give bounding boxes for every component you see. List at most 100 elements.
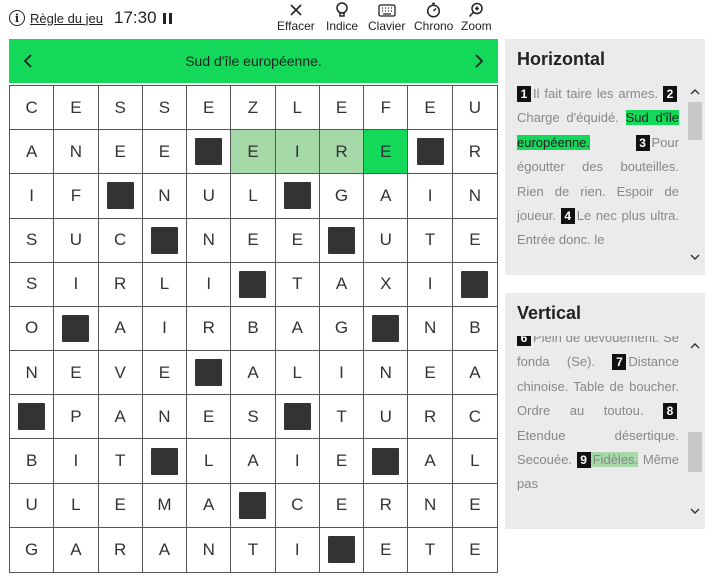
grid-cell[interactable]: G: [319, 306, 365, 352]
grid-cell[interactable]: C: [98, 218, 143, 263]
grid-cell[interactable]: I: [10, 174, 55, 219]
grid-cell[interactable]: T: [98, 439, 143, 484]
grid-cell[interactable]: A: [142, 527, 188, 572]
clue-text[interactable]: Charge d'équidé.: [517, 110, 619, 125]
grid-cell[interactable]: I: [408, 174, 453, 219]
grid-cell[interactable]: N: [187, 527, 232, 572]
grid-cell[interactable]: E: [452, 218, 497, 263]
grid-cell[interactable]: L: [187, 439, 232, 484]
grid-cell[interactable]: C: [275, 483, 320, 528]
previous-clue-button[interactable]: [19, 49, 37, 73]
grid-cell[interactable]: G: [10, 527, 55, 572]
grid-cell[interactable]: T: [319, 395, 365, 440]
grid-cell[interactable]: I: [142, 306, 188, 352]
grid-cell[interactable]: E: [231, 130, 276, 175]
grid-cell[interactable]: V: [98, 351, 143, 396]
grid-cell[interactable]: I: [408, 262, 453, 307]
grid-cell[interactable]: R: [408, 395, 453, 440]
horizontal-clue-list[interactable]: 1 Il fait taire les armes. 2 Charge d'équi…: [517, 82, 679, 267]
grid-cell[interactable]: A: [452, 351, 497, 396]
hint-button[interactable]: Indice: [326, 2, 358, 33]
grid-cell[interactable]: U: [10, 483, 55, 528]
grid-cell[interactable]: M: [142, 483, 188, 528]
grid-cell[interactable]: A: [98, 395, 143, 440]
grid-cell[interactable]: U: [364, 218, 409, 263]
grid-cell[interactable]: E: [187, 86, 232, 131]
grid-cell[interactable]: U: [452, 86, 497, 131]
erase-button[interactable]: Effacer: [277, 2, 315, 33]
grid-cell[interactable]: E: [54, 86, 99, 131]
grid-cell[interactable]: B: [452, 306, 497, 352]
grid-cell[interactable]: R: [319, 130, 365, 175]
keyboard-button[interactable]: Clavier: [368, 2, 405, 33]
grid-cell[interactable]: N: [187, 218, 232, 263]
scroll-down-button[interactable]: [685, 501, 705, 521]
grid-cell[interactable]: E: [364, 130, 409, 175]
grid-cell[interactable]: O: [10, 306, 55, 352]
grid-cell[interactable]: P: [54, 395, 99, 440]
grid-cell[interactable]: T: [275, 262, 320, 307]
grid-cell[interactable]: N: [364, 351, 409, 396]
horizontal-scrollbar[interactable]: [685, 82, 705, 267]
grid-cell[interactable]: T: [408, 527, 453, 572]
vertical-scrollbar[interactable]: [685, 336, 705, 521]
grid-cell[interactable]: E: [408, 351, 453, 396]
grid-cell[interactable]: S: [142, 86, 188, 131]
grid-cell[interactable]: I: [54, 439, 99, 484]
grid-cell[interactable]: T: [408, 218, 453, 263]
grid-cell[interactable]: L: [231, 174, 276, 219]
grid-cell[interactable]: I: [275, 439, 320, 484]
grid-cell[interactable]: R: [364, 483, 409, 528]
grid-cell[interactable]: Z: [231, 86, 276, 131]
grid-cell[interactable]: E: [231, 218, 276, 263]
grid-cell[interactable]: N: [142, 395, 188, 440]
grid-cell[interactable]: I: [187, 262, 232, 307]
grid-cell[interactable]: U: [187, 174, 232, 219]
grid-cell[interactable]: I: [275, 527, 320, 572]
grid-cell[interactable]: F: [364, 86, 409, 131]
grid-cell[interactable]: N: [408, 483, 453, 528]
grid-cell[interactable]: N: [142, 174, 188, 219]
grid-cell[interactable]: A: [364, 174, 409, 219]
grid-cell[interactable]: E: [319, 86, 365, 131]
grid-cell[interactable]: N: [408, 306, 453, 352]
grid-cell[interactable]: N: [452, 174, 497, 219]
grid-cell[interactable]: R: [98, 527, 143, 572]
grid-cell[interactable]: E: [364, 527, 409, 572]
grid-cell[interactable]: A: [54, 527, 99, 572]
scrollbar-thumb[interactable]: [688, 432, 702, 472]
grid-cell[interactable]: I: [54, 262, 99, 307]
grid-cell[interactable]: B: [10, 439, 55, 484]
grid-cell[interactable]: E: [319, 483, 365, 528]
grid-cell[interactable]: E: [452, 483, 497, 528]
grid-cell[interactable]: T: [231, 527, 276, 572]
zoom-button[interactable]: Zoom: [461, 2, 492, 33]
grid-cell[interactable]: N: [54, 130, 99, 175]
grid-cell[interactable]: S: [10, 218, 55, 263]
grid-cell[interactable]: L: [452, 439, 497, 484]
grid-cell[interactable]: A: [275, 306, 320, 352]
grid-cell[interactable]: L: [142, 262, 188, 307]
grid-cell[interactable]: E: [452, 527, 497, 572]
grid-cell[interactable]: E: [54, 351, 99, 396]
grid-cell[interactable]: L: [54, 483, 99, 528]
grid-cell[interactable]: S: [231, 395, 276, 440]
grid-cell[interactable]: A: [231, 351, 276, 396]
grid-cell[interactable]: E: [319, 439, 365, 484]
grid-cell[interactable]: F: [54, 174, 99, 219]
grid-cell[interactable]: U: [364, 395, 409, 440]
grid-cell[interactable]: L: [275, 86, 320, 131]
crossing-clue-text[interactable]: Fidèles.: [592, 452, 639, 468]
grid-cell[interactable]: U: [54, 218, 99, 263]
grid-cell[interactable]: E: [187, 395, 232, 440]
grid-cell[interactable]: I: [275, 130, 320, 175]
grid-cell[interactable]: A: [319, 262, 365, 307]
rules-link[interactable]: i Règle du jeu: [9, 10, 103, 26]
stopwatch-button[interactable]: Chrono: [414, 2, 453, 33]
grid-cell[interactable]: L: [275, 351, 320, 396]
grid-cell[interactable]: S: [98, 86, 143, 131]
grid-cell[interactable]: E: [142, 130, 188, 175]
scroll-up-button[interactable]: [685, 82, 705, 102]
scroll-up-button[interactable]: [685, 336, 705, 356]
grid-cell[interactable]: E: [142, 351, 188, 396]
